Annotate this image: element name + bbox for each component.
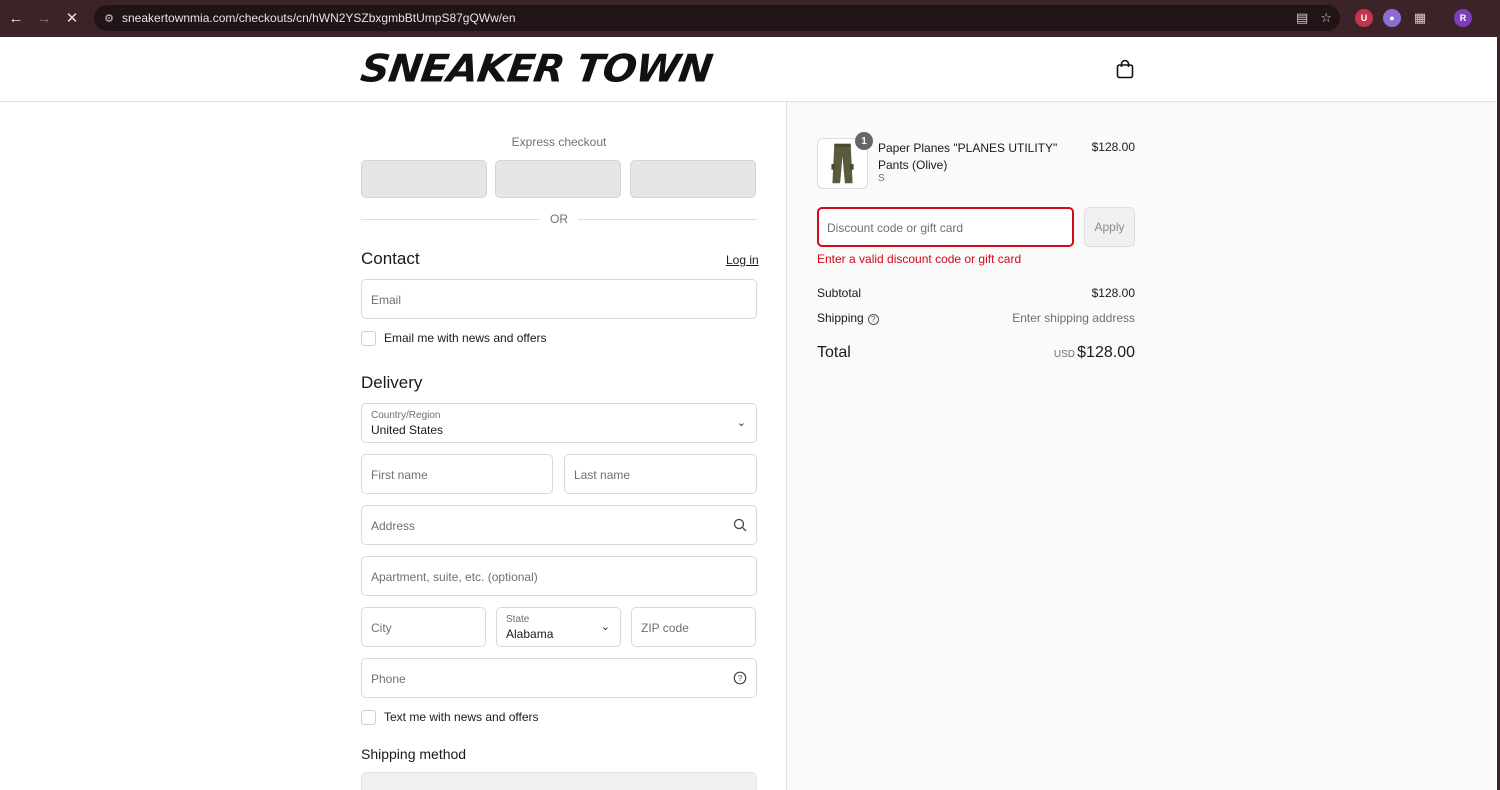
shipping-method-placeholder-box bbox=[361, 772, 757, 790]
discount-code-field[interactable]: Discount code or gift card bbox=[817, 207, 1074, 247]
contact-heading: Contact bbox=[361, 249, 420, 268]
last-name-placeholder: Last name bbox=[574, 468, 631, 482]
country-label: Country/Region bbox=[371, 410, 441, 421]
express-pay-button-3[interactable] bbox=[630, 160, 756, 198]
express-checkout-label: Express checkout bbox=[511, 135, 607, 149]
sms-newsletter-option[interactable]: Text me with news and offers bbox=[361, 709, 539, 725]
extension-icon[interactable]: ● bbox=[1383, 9, 1401, 27]
last-name-field[interactable]: Last name bbox=[564, 454, 757, 494]
apartment-placeholder: Apartment, suite, etc. (optional) bbox=[371, 570, 538, 584]
total-value: $128.00 bbox=[1077, 344, 1135, 361]
search-icon bbox=[733, 518, 747, 532]
state-value: Alabama bbox=[506, 627, 554, 641]
address-placeholder: Address bbox=[371, 519, 416, 533]
total-currency: USD bbox=[1053, 349, 1075, 360]
phone-field[interactable]: Phone ? bbox=[361, 658, 757, 698]
email-field[interactable]: Email bbox=[361, 279, 757, 319]
discount-error-message: Enter a valid discount code or gift card bbox=[817, 252, 1022, 266]
order-summary: 1 Paper Planes "PLANES UTILITY" Pants (O… bbox=[787, 102, 1497, 790]
email-placeholder: Email bbox=[371, 293, 402, 307]
or-divider: OR bbox=[361, 212, 757, 226]
country-value: United States bbox=[371, 423, 444, 437]
subtotal-value: $128.00 bbox=[1091, 286, 1135, 300]
city-field[interactable]: City bbox=[361, 607, 486, 647]
site-header: SNEAKER TOWN bbox=[0, 37, 1497, 102]
sms-newsletter-label: Text me with news and offers bbox=[384, 710, 539, 724]
store-logo[interactable]: SNEAKER TOWN bbox=[358, 47, 715, 91]
delivery-heading: Delivery bbox=[361, 373, 423, 392]
state-select[interactable]: State Alabama ⌄ bbox=[496, 607, 621, 647]
first-name-field[interactable]: First name bbox=[361, 454, 553, 494]
apply-discount-button[interactable]: Apply bbox=[1084, 207, 1135, 247]
state-label: State bbox=[506, 614, 530, 625]
svg-text:?: ? bbox=[738, 674, 743, 683]
email-newsletter-label: Email me with news and offers bbox=[384, 331, 547, 345]
total-row: Total USD $128.00 bbox=[817, 344, 1135, 364]
log-in-link[interactable]: Log in bbox=[726, 253, 759, 267]
url-text[interactable]: sneakertownmia.com/checkouts/cn/hWN2YSZb… bbox=[122, 11, 516, 25]
zip-field[interactable]: ZIP code bbox=[631, 607, 756, 647]
bookmark-star-icon[interactable]: ☆ bbox=[1320, 10, 1332, 26]
profile-avatar[interactable]: R bbox=[1454, 9, 1472, 27]
product-price: $128.00 bbox=[1091, 140, 1135, 154]
stop-loading-icon[interactable]: ✕ bbox=[58, 4, 86, 32]
checkout-form: Express checkout OR Contact Log in Email… bbox=[0, 102, 787, 790]
phone-placeholder: Phone bbox=[371, 672, 406, 686]
browser-toolbar: ← → ✕ ⚙ sneakertownmia.com/checkouts/cn/… bbox=[0, 0, 1500, 37]
country-select[interactable]: Country/Region United States ⌄ bbox=[361, 403, 757, 443]
back-icon[interactable]: ← bbox=[2, 4, 30, 32]
express-pay-button-2[interactable] bbox=[495, 160, 621, 198]
help-question-icon[interactable]: ? bbox=[733, 671, 747, 685]
address-field[interactable]: Address bbox=[361, 505, 757, 545]
total-label: Total bbox=[817, 344, 851, 361]
product-variant: S bbox=[878, 173, 885, 184]
discount-placeholder: Discount code or gift card bbox=[827, 221, 964, 235]
ublock-extension-icon[interactable]: U bbox=[1355, 9, 1373, 27]
express-pay-button-1[interactable] bbox=[361, 160, 487, 198]
chevron-down-icon: ⌄ bbox=[600, 621, 610, 633]
shipping-value: Enter shipping address bbox=[1012, 311, 1135, 325]
translate-icon[interactable]: ▤ bbox=[1296, 10, 1308, 26]
shipping-row: Shipping? Enter shipping address bbox=[817, 311, 1135, 327]
apartment-field[interactable]: Apartment, suite, etc. (optional) bbox=[361, 556, 757, 596]
zip-placeholder: ZIP code bbox=[641, 621, 689, 635]
email-newsletter-checkbox[interactable] bbox=[361, 330, 376, 346]
shopping-bag-icon[interactable] bbox=[1116, 59, 1134, 79]
email-newsletter-option[interactable]: Email me with news and offers bbox=[361, 330, 547, 346]
shipping-method-heading: Shipping method bbox=[361, 746, 467, 762]
shipping-help-icon[interactable]: ? bbox=[867, 314, 879, 325]
address-bar[interactable]: ⚙ sneakertownmia.com/checkouts/cn/hWN2YS… bbox=[94, 5, 1340, 31]
chevron-down-icon: ⌄ bbox=[736, 417, 746, 429]
extensions-puzzle-icon[interactable]: ▦ bbox=[1411, 9, 1429, 27]
forward-icon[interactable]: → bbox=[30, 4, 58, 32]
subtotal-row: Subtotal $128.00 bbox=[817, 286, 1135, 302]
quantity-badge: 1 bbox=[855, 132, 873, 150]
first-name-placeholder: First name bbox=[371, 468, 428, 482]
sms-newsletter-checkbox[interactable] bbox=[361, 709, 376, 725]
product-name: Paper Planes "PLANES UTILITY" Pants (Oli… bbox=[878, 141, 1058, 172]
city-placeholder: City bbox=[371, 621, 392, 635]
site-info-icon[interactable]: ⚙ bbox=[96, 12, 122, 25]
shipping-label: Shipping bbox=[817, 311, 864, 325]
subtotal-label: Subtotal bbox=[817, 286, 862, 300]
